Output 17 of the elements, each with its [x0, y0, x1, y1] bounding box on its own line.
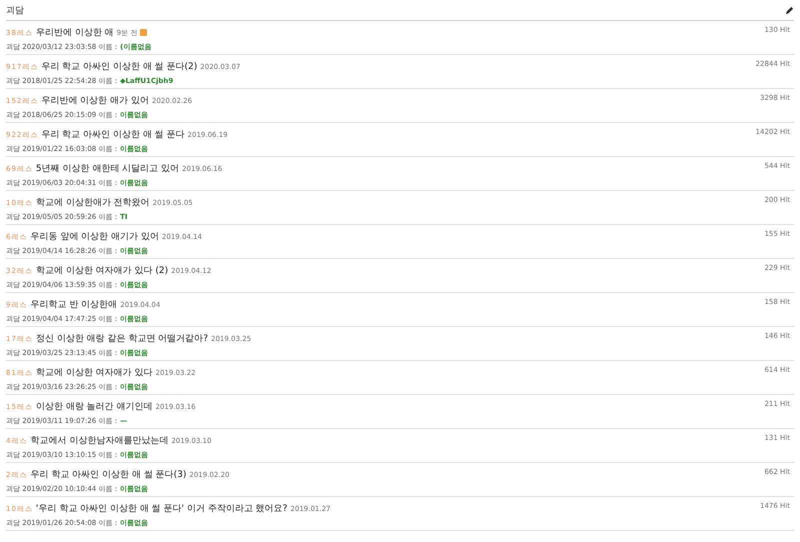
thread-title[interactable]: 학교에서 이상한남자애를만났는데	[30, 434, 168, 447]
thread-title[interactable]: '우리 학교 아싸인 이상한 애 썰 푼다' 이거 주작이라고 했어요?	[36, 502, 288, 515]
thread-title[interactable]: 학교에 이상한 여자애가 있다	[36, 366, 153, 379]
thread-title[interactable]: 우리반에 이상한 애	[36, 26, 114, 39]
thread-title[interactable]: 우리 학교 아싸인 이상한 애 썰 푼다(2)	[41, 60, 198, 73]
thread-title[interactable]: 학교에 이상한 여자애가 있다 (2)	[36, 264, 168, 277]
thread-title[interactable]: 우리동 앞에 이상한 애기가 있어	[30, 230, 159, 243]
pencil-icon[interactable]	[785, 6, 794, 14]
thread-title[interactable]: 5년째 이상한 애한테 시달리고 있어	[36, 162, 180, 175]
board-title: 괴담	[6, 4, 24, 16]
thread-title[interactable]: 우리 학교 아싸인 이상한 애 썰 푼다	[41, 128, 185, 141]
thread-title[interactable]: 학교에 이상한애가 전학왔어	[36, 196, 150, 209]
thread-title[interactable]: 이상한 애랑 놀러간 얘기인데	[36, 400, 153, 413]
thread-title[interactable]: 정신 이상한 애랑 같은 학교면 어떨거같아?	[36, 332, 208, 345]
thread-title[interactable]: 우리반에 이상한 애가 있어	[41, 94, 149, 107]
thread-title[interactable]: 우리학교 반 이상한애	[30, 298, 118, 311]
thread-title[interactable]: 우리 학교 아싸인 이상한 애 썰 푼다(3)	[30, 468, 186, 481]
